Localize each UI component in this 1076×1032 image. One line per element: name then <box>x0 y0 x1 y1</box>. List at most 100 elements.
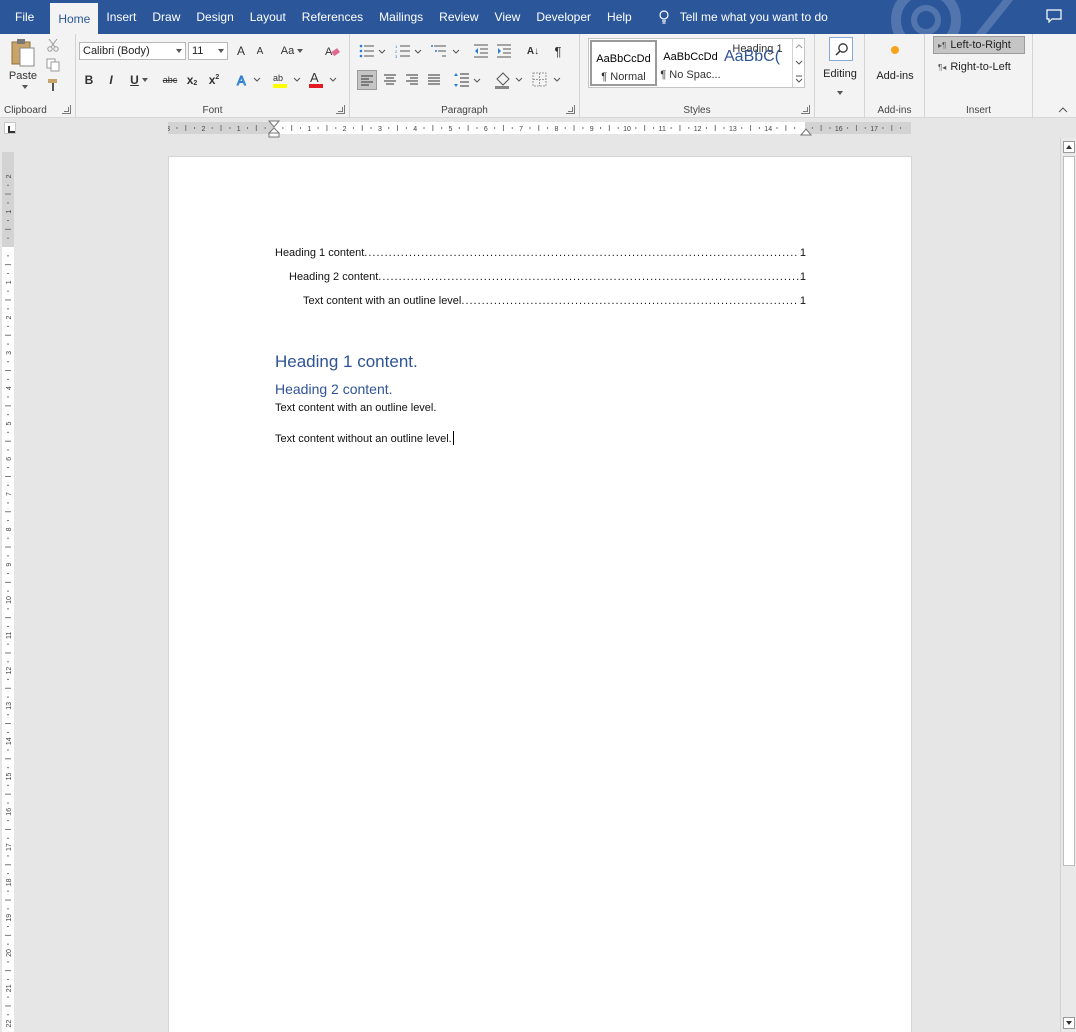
bold-button[interactable]: B <box>82 71 96 89</box>
tab-insert[interactable]: Insert <box>98 0 144 34</box>
ruler-label: 11 <box>659 126 666 133</box>
toc-entry-1[interactable]: Heading 1 content. .....................… <box>275 247 806 263</box>
editing-button[interactable] <box>829 37 853 61</box>
scroll-thumb[interactable] <box>1063 156 1075 866</box>
cut-icon[interactable] <box>46 38 60 52</box>
tab-home[interactable]: Home <box>50 3 99 34</box>
tab-selector[interactable] <box>4 122 16 134</box>
horizontal-ruler[interactable]: 3 2 1 1 2 3 4 5 6 7 8 9 10 11 12 13 14 16 17 <box>168 120 911 138</box>
vertical-ruler[interactable]: 2 1 1 2 3 4 5 6 7 8 9 10 11 12 13 14 15 16 17 18 19 20 21 22 <box>2 152 14 1032</box>
left-indent-marker[interactable] <box>268 120 280 138</box>
ruler-label: 22 <box>6 1020 13 1028</box>
strikethrough-button[interactable]: abc <box>160 71 180 89</box>
right-indent-marker[interactable] <box>800 126 812 136</box>
styles-launcher-icon[interactable] <box>801 105 810 114</box>
right-to-left-button[interactable]: ¶◂ Right-to-Left <box>933 58 1025 76</box>
line-spacing-icon[interactable] <box>454 72 482 88</box>
tab-developer[interactable]: Developer <box>528 0 599 34</box>
tab-draw[interactable]: Draw <box>144 0 188 34</box>
subscript-button[interactable]: x2 <box>184 71 200 89</box>
left-to-right-button[interactable]: ▸¶ Left-to-Right <box>933 36 1025 54</box>
font-size-combo[interactable]: 11 <box>188 42 228 60</box>
style-heading-1[interactable]: AaBbC( Heading 1 <box>724 40 791 86</box>
addins-group: Add-ins Add-ins <box>865 34 925 118</box>
italic-button[interactable]: I <box>104 71 118 89</box>
scroll-up-button[interactable] <box>1063 141 1075 153</box>
ruler-label: 18 <box>6 878 13 886</box>
paragraph-group-label: Paragraph <box>441 105 488 116</box>
subscript-label: x <box>186 73 194 87</box>
ruler-label: 4 <box>413 126 417 133</box>
addins-icon[interactable] <box>889 44 901 56</box>
style-no-spacing[interactable]: AaBbCcDd ¶ No Spac... <box>657 40 724 86</box>
tab-view[interactable]: View <box>487 0 529 34</box>
justify-icon[interactable] <box>428 74 440 85</box>
editing-dropdown[interactable] <box>837 84 845 95</box>
ruler-label: 14 <box>764 126 772 133</box>
expand-gallery-icon[interactable] <box>795 75 803 83</box>
highlight-icon[interactable]: ab <box>272 70 304 90</box>
copy-icon[interactable] <box>46 58 60 72</box>
superscript-button[interactable]: x2 <box>206 71 222 89</box>
multilevel-list-icon[interactable] <box>431 44 461 58</box>
vertical-scrollbar[interactable] <box>1060 138 1076 1032</box>
tab-help[interactable]: Help <box>599 0 640 34</box>
styles-gallery-scroll[interactable] <box>792 39 804 87</box>
grow-font-button[interactable]: A <box>234 42 248 60</box>
format-painter-icon[interactable] <box>46 78 60 92</box>
document-page[interactable]: Heading 1 content. .....................… <box>168 156 912 1032</box>
ltr-icon: ▸¶ <box>938 40 947 50</box>
comment-icon[interactable] <box>1046 9 1062 23</box>
paragraph-launcher-icon[interactable] <box>566 105 575 114</box>
align-left-icon <box>361 75 373 86</box>
ruler-label: 1 <box>6 280 13 284</box>
bullets-icon[interactable] <box>359 44 387 58</box>
font-size-value: 11 <box>192 45 204 57</box>
show-formatting-button[interactable]: ¶ <box>550 42 566 60</box>
tab-references[interactable]: References <box>294 0 371 34</box>
insert-group: ▸¶ Left-to-Right ¶◂ Right-to-Left Insert <box>925 34 1033 118</box>
chevron-up-icon[interactable] <box>795 43 803 49</box>
ruler-label: 2 <box>6 174 13 178</box>
clipboard-launcher-icon[interactable] <box>62 105 71 114</box>
align-center-icon[interactable] <box>384 74 396 85</box>
increase-indent-icon[interactable] <box>496 43 512 59</box>
ruler-label: 6 <box>6 457 13 461</box>
paste-dropdown[interactable] <box>17 82 29 92</box>
addins-button[interactable]: Add-ins <box>865 70 925 82</box>
borders-icon[interactable] <box>532 72 562 88</box>
numbering-icon[interactable]: 123 <box>395 44 423 58</box>
align-left-button[interactable] <box>357 70 377 90</box>
chevron-down-icon[interactable] <box>795 60 803 66</box>
underline-button[interactable]: U <box>126 71 152 89</box>
style-no-spacing-sample: AaBbCcDd <box>663 51 718 63</box>
style-heading-1-sample: AaBbC( <box>724 48 781 65</box>
font-name-combo[interactable]: Calibri (Body) <box>79 42 186 60</box>
font-launcher-icon[interactable] <box>336 105 345 114</box>
svg-text:ab: ab <box>273 73 283 83</box>
toc-entry-2[interactable]: Heading 2 content. .....................… <box>289 271 806 287</box>
collapse-ribbon-icon[interactable] <box>1058 106 1068 114</box>
style-normal[interactable]: AaBbCcDd ¶ Normal <box>590 40 657 86</box>
tab-layout[interactable]: Layout <box>242 0 294 34</box>
decrease-indent-icon[interactable] <box>473 43 489 59</box>
text-cursor <box>452 431 454 445</box>
scroll-down-button[interactable] <box>1063 1017 1075 1029</box>
heading-1: Heading 1 content. <box>275 352 418 371</box>
sort-button[interactable]: A↓ <box>524 42 542 60</box>
tab-file[interactable]: File <box>0 0 50 34</box>
paste-icon[interactable] <box>10 38 36 68</box>
change-case-button[interactable]: Aa <box>278 42 306 60</box>
ruler-label: 17 <box>870 126 878 133</box>
tab-design[interactable]: Design <box>188 0 241 34</box>
shading-icon[interactable] <box>494 71 524 89</box>
tab-mailings[interactable]: Mailings <box>371 0 431 34</box>
tell-me-box[interactable]: Tell me what you want to do <box>658 0 828 34</box>
toc-entry-3[interactable]: Text content with an outline level. ....… <box>303 295 806 311</box>
font-color-icon[interactable]: A <box>308 70 340 90</box>
align-right-icon[interactable] <box>406 74 418 85</box>
tab-review[interactable]: Review <box>431 0 486 34</box>
shrink-font-button[interactable]: A <box>253 42 267 60</box>
clear-formatting-icon[interactable]: A <box>324 44 340 58</box>
text-effects-icon[interactable]: A <box>236 72 264 88</box>
